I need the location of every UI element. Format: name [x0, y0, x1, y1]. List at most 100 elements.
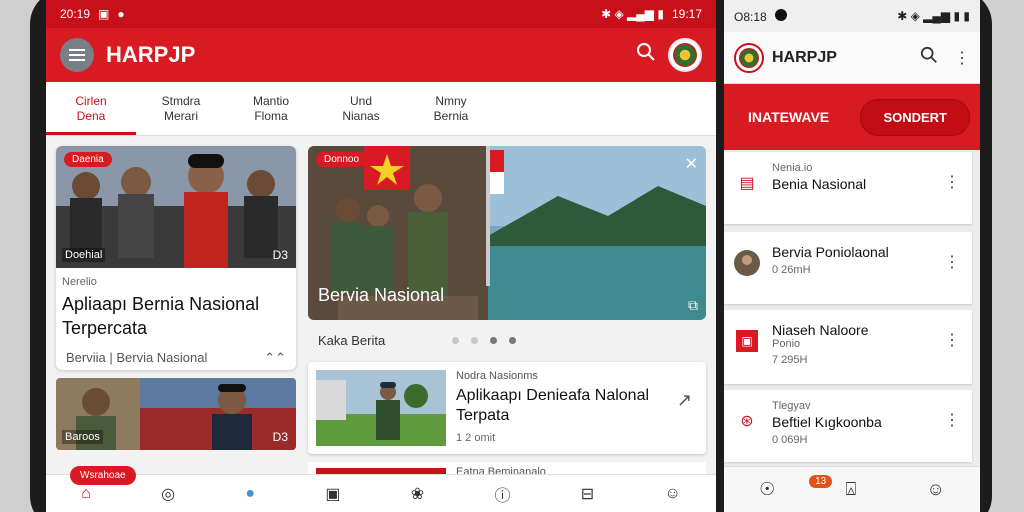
carousel-dots[interactable]: [452, 336, 516, 344]
featured-news[interactable]: Donnoo ✕ Bervia Nasional ⧉: [308, 146, 706, 320]
status-bar: O8:18 ✱ ◈ ▂▄▆ ▮ ▮: [724, 0, 980, 32]
tab-label: Nmny: [435, 94, 467, 108]
toast-pill[interactable]: Wsrahoae: [70, 466, 136, 485]
nav-read[interactable]: ⊟: [581, 484, 594, 504]
nav-live[interactable]: ●: [245, 485, 255, 503]
search-button[interactable]: [920, 46, 938, 69]
carousel-label: Kaka Berita: [318, 332, 386, 348]
status-time: 20:19: [60, 7, 91, 21]
nav-saved[interactable]: ⍓: [845, 479, 856, 500]
search-icon: [637, 43, 655, 61]
card-source: Berviia | Bervia Nasional: [66, 350, 208, 365]
open-arrow-icon[interactable]: ↗: [677, 390, 692, 411]
carousel-dot[interactable]: [452, 336, 459, 344]
app-icon: ●: [117, 7, 125, 21]
list-item[interactable]: ▣ Niaseh Naloore Ponio 7 295H ⋮: [724, 310, 972, 384]
interactive-tab[interactable]: INATEWAVE: [734, 101, 843, 133]
nav-profile[interactable]: ☺: [664, 485, 680, 503]
app-title: HARPJP: [772, 48, 837, 66]
share-icon[interactable]: ⧉: [688, 297, 698, 314]
sonder-button[interactable]: SONDERT: [860, 98, 970, 136]
app-bar: HARPJP: [46, 28, 716, 82]
card-title-line: Apliaapı Bernia Nasional: [62, 294, 260, 314]
nav-explore[interactable]: ☉ 13: [759, 475, 833, 500]
category-tabs: Cirlen Dena Stmdra Merari Mantio Floma Und N…: [46, 82, 716, 136]
bookmark-icon[interactable]: D3: [273, 430, 288, 444]
notification-icon: ▣: [98, 7, 110, 21]
featured-title: Bervia Nasional: [318, 285, 445, 305]
profile-avatar[interactable]: [668, 38, 702, 72]
topics-icon: ❀: [410, 485, 425, 503]
list-time: 0 069H: [772, 434, 808, 446]
action-band: INATEWAVE SONDERT: [724, 84, 980, 150]
explore-icon: ☉: [759, 479, 776, 499]
list-title: Niaseh Naloore: [772, 322, 869, 338]
app-logo: [734, 42, 764, 73]
tab-5[interactable]: Nmny Bernia: [406, 82, 496, 135]
nav-saved[interactable]: ▣: [325, 484, 340, 504]
close-icon[interactable]: ✕: [685, 154, 698, 174]
profile-icon: ☺: [926, 479, 945, 499]
list-kicker: Tlegyav: [772, 400, 811, 412]
carousel-dot[interactable]: [509, 336, 516, 344]
camera-dot: [774, 8, 787, 21]
home-icon: ⌂: [81, 484, 91, 502]
search-button[interactable]: [636, 42, 656, 68]
search-icon: [920, 46, 937, 63]
tab-3[interactable]: Mantio Floma: [226, 82, 316, 135]
emblem-icon: [673, 43, 697, 67]
bottom-navigation: ☉ 13 ⍓ ☺: [724, 466, 980, 512]
nav-home[interactable]: ⌂: [81, 485, 91, 503]
list-item[interactable]: ⊛ Tlegyav Beftiel Kıgkoonba 0 069H ⋮: [724, 390, 972, 462]
app-bar: HARPJP ⋮: [724, 32, 980, 84]
card-meta: Nerelio: [62, 276, 97, 288]
news-kicker: Nodra Nasionms: [456, 370, 538, 382]
list-text: Tlegyav Beftiel Kıgkoonba 0 069H: [772, 400, 882, 446]
list-item[interactable]: ▤ Nenia.io Benia Nasional ⋮: [724, 152, 972, 224]
more-options-icon[interactable]: ⋮: [944, 410, 960, 430]
carousel-dot-active[interactable]: [490, 336, 497, 344]
list-icon: ▣: [734, 328, 760, 354]
bookmark-icon: ⍓: [845, 479, 857, 499]
avatar-icon: [734, 250, 760, 276]
tab-1[interactable]: Cirlen Dena: [46, 82, 136, 135]
more-menu-icon[interactable]: ⋮: [954, 48, 970, 68]
more-options-icon[interactable]: ⋮: [944, 330, 960, 350]
nav-explore[interactable]: ◎: [161, 484, 175, 504]
nav-info[interactable]: ⓘ: [494, 482, 510, 506]
tab-2[interactable]: Stmdra Merari: [136, 82, 226, 135]
notification-badge: 13: [809, 475, 833, 488]
tab-label: Floma: [254, 109, 288, 123]
list-item[interactable]: Bervia Poniolaonal 0 26mH ⋮: [724, 232, 972, 304]
tab-label: Merari: [163, 109, 198, 123]
status-right-time: 19:17: [671, 7, 702, 21]
nav-topics[interactable]: ❀: [411, 484, 424, 504]
tab-label: Dena: [76, 109, 106, 123]
profile-icon: ☺: [664, 484, 681, 502]
bookmark-icon[interactable]: D3: [273, 248, 288, 262]
nav-profile[interactable]: ☺: [927, 479, 945, 500]
news-photo: Daenia Doehial D3: [56, 146, 296, 268]
news-card-main[interactable]: Daenia Doehial D3 Nerelio Apliaapı Berni…: [56, 146, 296, 370]
list-text: Bervia Poniolaonal 0 26mH: [772, 242, 889, 276]
carousel-dot[interactable]: [471, 336, 478, 344]
saved-icon: ▣: [325, 485, 341, 503]
tab-label: Stmdra: [161, 94, 201, 108]
news-card-list[interactable]: Nodra Nasionms Aplikaapı Denieafa Nalona…: [308, 362, 706, 454]
news-thumbnail: [316, 370, 446, 446]
explore-icon: ◎: [161, 485, 176, 503]
more-options-icon[interactable]: ⋮: [944, 252, 960, 272]
list-time: 0 26mH: [772, 264, 811, 276]
book-icon: ⊟: [580, 485, 595, 503]
tab-4[interactable]: Und Nianas: [316, 82, 406, 135]
list-icon: ▤: [739, 175, 755, 192]
news-title: Aplikaapı Denieafa Nalonal Terpata: [456, 386, 649, 426]
tab-label: Bernia: [433, 109, 469, 123]
news-card-small[interactable]: Baroos D3: [56, 378, 296, 450]
more-options-icon[interactable]: ⋮: [944, 172, 960, 192]
left-screen: 20:19 ▣ ● ✱ ◈ ▂▄▆ ▮ 19:17 HARPJP Cirlen Dena…: [46, 0, 716, 512]
menu-button[interactable]: [60, 38, 94, 72]
news-title-line: Terpata: [456, 407, 510, 424]
news-time: 1 2 omit: [456, 432, 496, 444]
expand-icon[interactable]: ⌃⌃: [264, 350, 286, 366]
